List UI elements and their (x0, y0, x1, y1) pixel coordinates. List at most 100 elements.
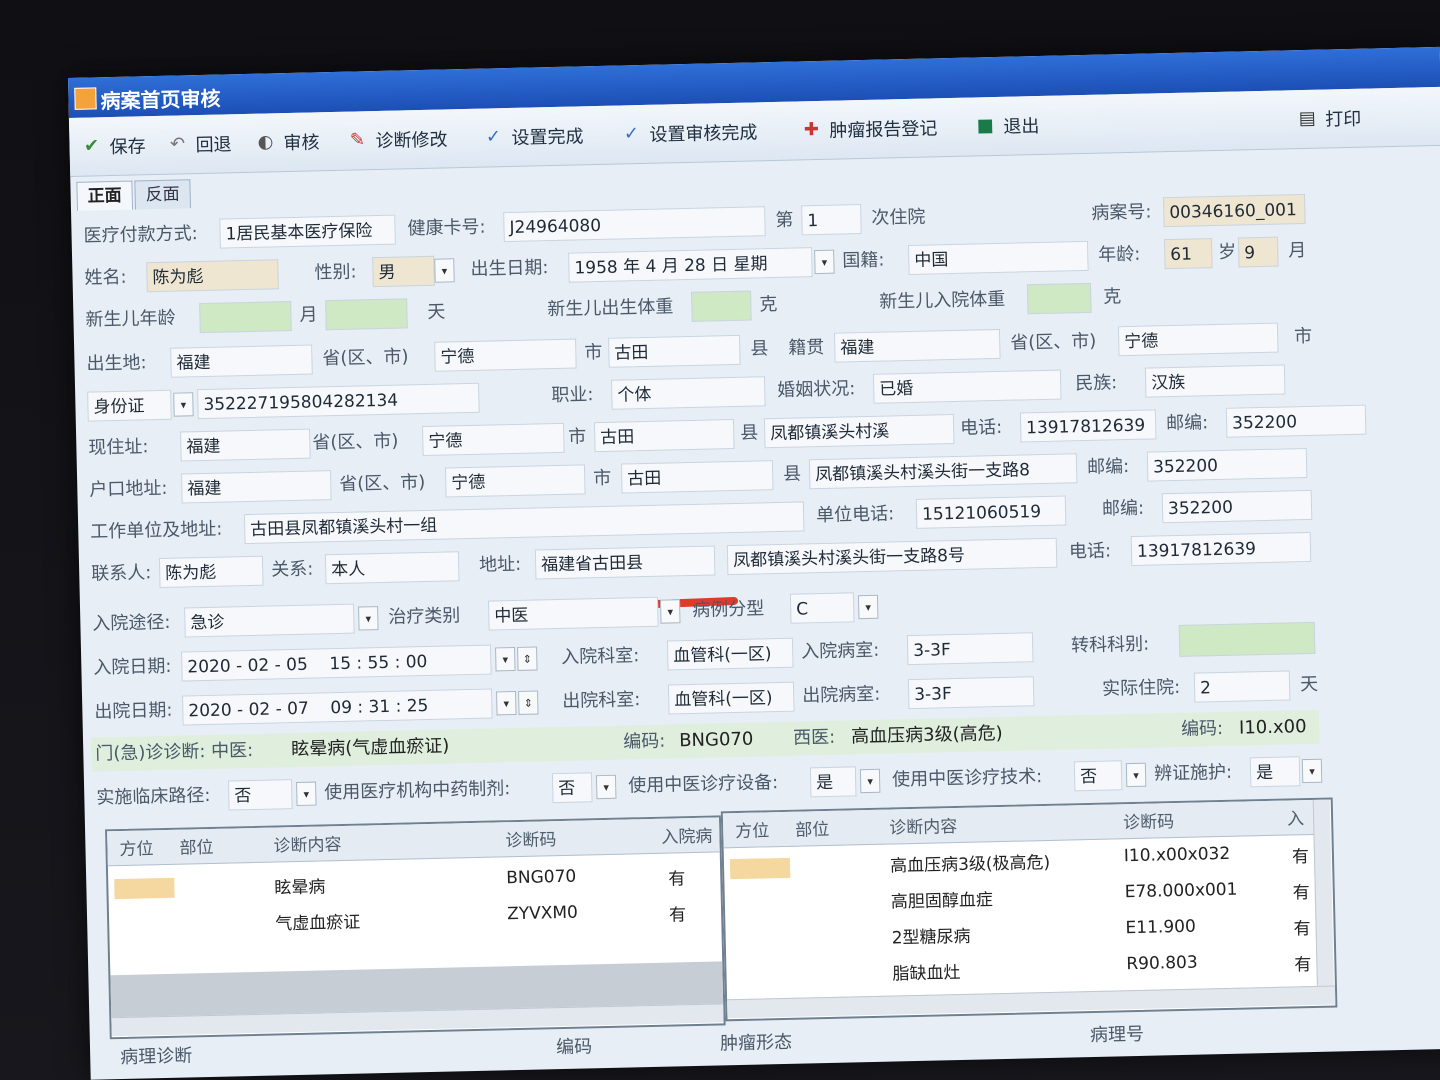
hukou-province-field[interactable]: 福建 (181, 470, 332, 504)
table-cell[interactable]: 高血压病3级(极高危) (890, 848, 1051, 877)
table-cell[interactable]: E11.900 (1125, 917, 1196, 939)
pay-field[interactable]: 1居民基本医疗保险 (219, 214, 396, 249)
infant-day-field[interactable] (325, 298, 408, 331)
zip-field[interactable]: 352200 (1225, 404, 1367, 438)
herbal-dropdown-icon[interactable]: ▾ (595, 774, 617, 800)
relation-field[interactable]: 本人 (324, 551, 460, 585)
nb-admit-weight-field[interactable] (1026, 282, 1092, 315)
sex-field[interactable]: 男 (372, 255, 435, 288)
route-field[interactable]: 急诊 (184, 603, 355, 638)
table-cell[interactable]: BNG070 (506, 867, 576, 889)
tab-front[interactable]: 正面 (76, 180, 134, 211)
hukou-zip-field[interactable]: 352200 (1146, 447, 1308, 482)
current-province-field[interactable]: 福建 (180, 428, 311, 462)
phone-field[interactable]: 13917812639 (1019, 409, 1157, 443)
contact-field[interactable]: 陈为彪 (158, 555, 264, 589)
ethnic-field[interactable]: 汉族 (1144, 364, 1286, 398)
birthplace-county-field[interactable]: 古田 (608, 334, 741, 368)
treat-field[interactable]: 中医 (487, 596, 659, 631)
nursing-dropdown-icon[interactable]: ▾ (1301, 758, 1323, 784)
table-cell[interactable]: 眩晕病 (274, 872, 325, 898)
admit-date-field[interactable]: 2020 - 02 - 05 15 : 55 : 00 (181, 644, 492, 682)
rollback-button[interactable]: ↶ 回退 (165, 128, 232, 159)
work-field[interactable]: 古田县凤都镇溪头村一组 (243, 501, 805, 545)
device-field[interactable]: 是 (809, 766, 857, 798)
technique-dropdown-icon[interactable]: ▾ (1125, 762, 1147, 788)
table-cell[interactable]: 有 (669, 900, 686, 925)
age-month-field[interactable]: 9 (1237, 236, 1279, 268)
admit-dept-field[interactable]: 血管科(一区) (666, 637, 794, 671)
record-field[interactable]: 00346160_001 (1162, 193, 1306, 228)
case-type-dropdown-icon[interactable]: ▾ (857, 594, 879, 620)
current-detail-field[interactable]: 凤都镇溪头村溪 (763, 413, 955, 449)
table-cell[interactable]: 有 (1294, 950, 1311, 975)
hukou-county-field[interactable]: 古田 (620, 460, 774, 494)
native-province-field[interactable]: 福建 (833, 328, 1001, 363)
save-button[interactable]: ✔ 保存 (79, 130, 146, 161)
case-type-field[interactable]: C (789, 592, 855, 624)
current-city-field[interactable]: 宁德 (421, 422, 565, 457)
table-cell[interactable]: I10.x00x032 (1124, 844, 1231, 866)
op-code-west[interactable]: I10.x00 (1239, 712, 1307, 744)
table-cell[interactable]: 有 (1292, 842, 1309, 867)
nb-weight-field[interactable] (691, 290, 752, 322)
table-cell[interactable]: 有 (1292, 878, 1310, 903)
device-dropdown-icon[interactable]: ▾ (859, 768, 881, 794)
discharge-dept-field[interactable]: 血管科(一区) (667, 681, 795, 715)
stay-field[interactable]: 2 (1193, 670, 1291, 703)
nursing-field[interactable]: 是 (1249, 756, 1301, 788)
discharge-date-spinner-icon[interactable]: ⇕ (518, 690, 539, 715)
horizontal-scrollbar[interactable] (727, 985, 1336, 1019)
hukou-city-field[interactable]: 宁德 (444, 464, 586, 498)
admit-date-spinner-icon[interactable]: ⇕ (517, 646, 538, 671)
age-field[interactable]: 61 (1163, 238, 1213, 270)
review-button[interactable]: ◐ 审核 (253, 126, 320, 157)
set-done-button[interactable]: ✓ 设置完成 (481, 120, 584, 152)
hukou-detail-field[interactable]: 凤都镇溪头村溪头街一支路8 (808, 453, 1078, 490)
name-field[interactable]: 陈为彪 (146, 259, 279, 293)
technique-field[interactable]: 否 (1073, 760, 1123, 792)
discharge-date-dropdown-icon[interactable]: ▾ (496, 690, 517, 716)
sex-dropdown-icon[interactable]: ▾ (434, 258, 455, 283)
birth-field[interactable]: 1958 年 4 月 28 日 星期 (568, 247, 813, 283)
birthplace-province-field[interactable]: 福建 (170, 344, 313, 378)
current-county-field[interactable]: 古田 (593, 418, 735, 453)
infant-month-field[interactable] (199, 300, 292, 334)
work-zip-field[interactable]: 352200 (1161, 489, 1313, 524)
table-cell[interactable]: 脂缺血灶 (892, 958, 960, 985)
table-cell[interactable]: 有 (668, 864, 685, 889)
set-review-done-button[interactable]: ✓ 设置审核完成 (619, 116, 758, 149)
contact-address-detail-field[interactable]: 凤都镇溪头村溪头街一支路8号 (726, 537, 1058, 576)
birthplace-city-field[interactable]: 宁德 (434, 338, 577, 372)
discharge-date-field[interactable]: 2020 - 02 - 07 09 : 31 : 25 (182, 688, 493, 726)
clinical-path-dropdown-icon[interactable]: ▾ (296, 781, 317, 807)
diagnosis-edit-button[interactable]: ✎ 诊断修改 (345, 123, 448, 155)
table-cell[interactable]: E78.000x001 (1125, 880, 1238, 903)
id-type-field[interactable]: 身份证 (87, 389, 172, 422)
tab-back[interactable]: 反面 (134, 179, 191, 210)
exit-button[interactable]: ■ 退出 (973, 110, 1040, 141)
print-button[interactable]: ▤ 打印 (1295, 103, 1362, 134)
discharge-ward-field[interactable]: 3-3F (907, 676, 1035, 710)
marital-field[interactable]: 已婚 (872, 369, 1062, 404)
table-cell[interactable]: 2型糖尿病 (891, 922, 971, 949)
transfer-field[interactable] (1178, 621, 1316, 657)
route-dropdown-icon[interactable]: ▾ (358, 606, 379, 631)
tumor-report-button[interactable]: ✚ 肿瘤报告登记 (799, 112, 938, 145)
id-type-dropdown-icon[interactable]: ▾ (173, 392, 194, 417)
contact-address-field[interactable]: 福建省古田县 (534, 545, 716, 580)
nth-field[interactable]: 1 (801, 204, 862, 236)
job-field[interactable]: 个体 (610, 376, 766, 410)
op-diagnosis-west[interactable]: 高血压病3级(高危) (851, 719, 1003, 752)
table-cell[interactable]: R90.803 (1126, 953, 1198, 975)
nation-field[interactable]: 中国 (908, 240, 1089, 275)
admit-ward-field[interactable]: 3-3F (906, 632, 1034, 666)
op-code-tcm[interactable]: BNG070 (679, 725, 754, 757)
admit-date-dropdown-icon[interactable]: ▾ (495, 647, 516, 672)
table-cell[interactable]: 有 (1293, 914, 1310, 939)
card-field[interactable]: J24964080 (503, 206, 766, 243)
id-number-field[interactable]: 352227195804282134 (197, 382, 480, 420)
vertical-scrollbar[interactable] (1312, 799, 1334, 986)
table-cell[interactable]: 高胆固醇血症 (891, 885, 993, 912)
weekday-dropdown-icon[interactable]: ▾ (814, 249, 835, 275)
